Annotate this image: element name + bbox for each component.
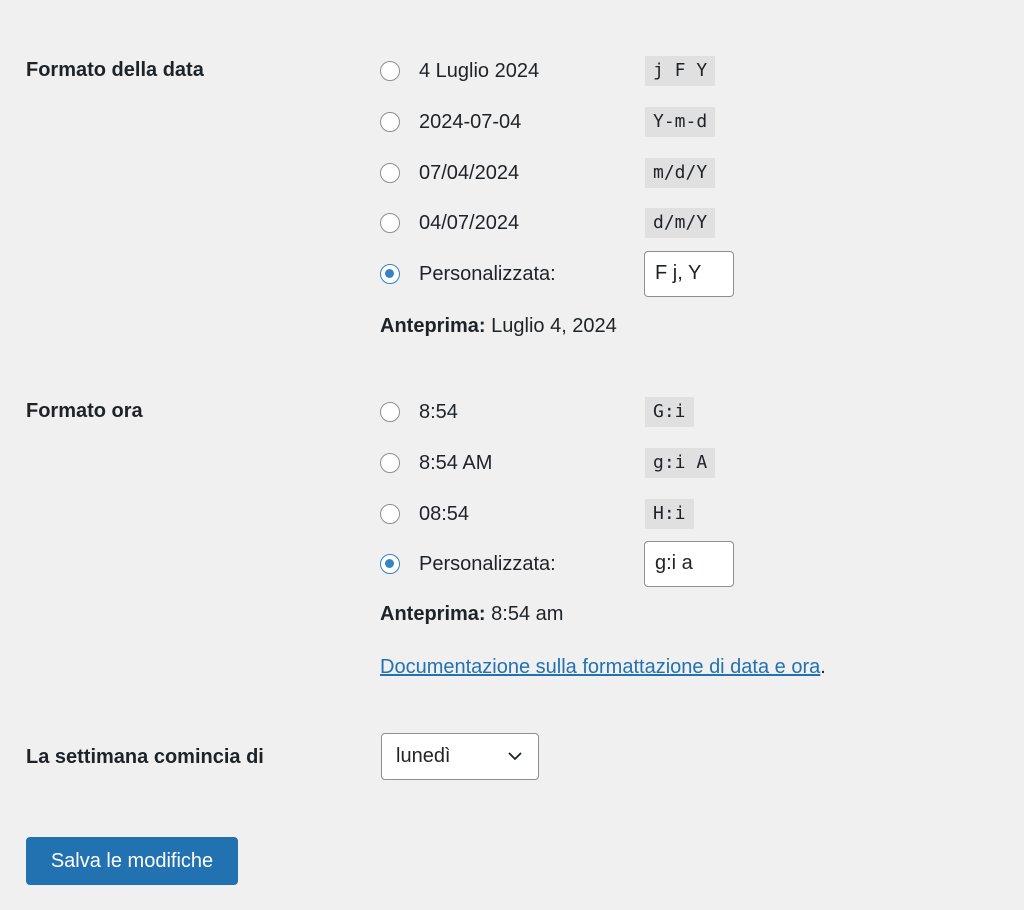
week-start-label: La settimana comincia di: [26, 746, 264, 768]
radio-date-j-f-y[interactable]: [380, 61, 400, 81]
time-option-label: 8:54: [419, 401, 458, 423]
date-format-code: d/m/Y: [645, 208, 716, 238]
time-custom-format-input[interactable]: g:i a: [644, 541, 734, 587]
time-preview-value: 8:54 am: [485, 603, 564, 625]
date-option-label: 07/04/2024: [419, 162, 520, 184]
date-format-label: Formato della data: [26, 59, 204, 81]
time-custom-label: Personalizzata:: [419, 553, 556, 575]
time-option-2[interactable]: 8:54 AM g:i A: [380, 448, 740, 478]
documentation-link[interactable]: Documentazione sulla formattazione di da…: [380, 656, 820, 678]
date-preview-label: Anteprima:: [380, 315, 486, 337]
time-format-code: g:i A: [645, 448, 716, 478]
date-option-custom[interactable]: Personalizzata: F j, Y: [380, 251, 740, 297]
time-option-1[interactable]: 8:54 G:i: [380, 397, 740, 427]
time-option-label: 08:54: [419, 503, 470, 525]
save-changes-button[interactable]: Salva le modifiche: [26, 837, 238, 885]
radio-time-g-i-a[interactable]: [380, 453, 400, 473]
date-option-label: 2024-07-04: [419, 111, 522, 133]
radio-date-custom[interactable]: [380, 264, 400, 284]
radio-date-m-d-y[interactable]: [380, 163, 400, 183]
week-start-select[interactable]: lunedì: [381, 733, 539, 780]
date-preview-value: Luglio 4, 2024: [485, 315, 617, 337]
chevron-down-icon: [508, 752, 522, 760]
radio-date-y-m-d[interactable]: [380, 112, 400, 132]
time-option-3[interactable]: 08:54 H:i: [380, 499, 740, 529]
time-format-label: Formato ora: [26, 400, 143, 422]
date-custom-label: Personalizzata:: [419, 263, 556, 285]
radio-time-h-i[interactable]: [380, 504, 400, 524]
time-option-label: 8:54 AM: [419, 452, 493, 474]
date-option-2[interactable]: 2024-07-04 Y-m-d: [380, 107, 740, 137]
date-option-label: 4 Luglio 2024: [419, 60, 540, 82]
time-preview: Anteprima: 8:54 am: [380, 602, 563, 626]
date-custom-format-input[interactable]: F j, Y: [644, 251, 734, 297]
date-option-1[interactable]: 4 Luglio 2024 j F Y: [380, 56, 740, 86]
time-option-custom[interactable]: Personalizzata: g:i a: [380, 541, 740, 587]
radio-time-custom[interactable]: [380, 554, 400, 574]
time-format-code: H:i: [645, 499, 694, 529]
date-format-code: m/d/Y: [645, 158, 716, 188]
radio-time-g-i[interactable]: [380, 402, 400, 422]
date-option-label: 04/07/2024: [419, 212, 520, 234]
week-start-selected-value: lunedì: [396, 745, 451, 767]
time-preview-label: Anteprima:: [380, 603, 486, 625]
time-format-code: G:i: [645, 397, 694, 427]
date-option-3[interactable]: 07/04/2024 m/d/Y: [380, 158, 740, 188]
date-format-code: j F Y: [645, 56, 716, 86]
documentation-period: .: [820, 656, 826, 678]
date-option-4[interactable]: 04/07/2024 d/m/Y: [380, 208, 740, 238]
date-format-code: Y-m-d: [645, 107, 716, 137]
documentation-line: Documentazione sulla formattazione di da…: [380, 655, 826, 679]
date-preview: Anteprima: Luglio 4, 2024: [380, 314, 617, 338]
radio-date-d-m-y[interactable]: [380, 213, 400, 233]
